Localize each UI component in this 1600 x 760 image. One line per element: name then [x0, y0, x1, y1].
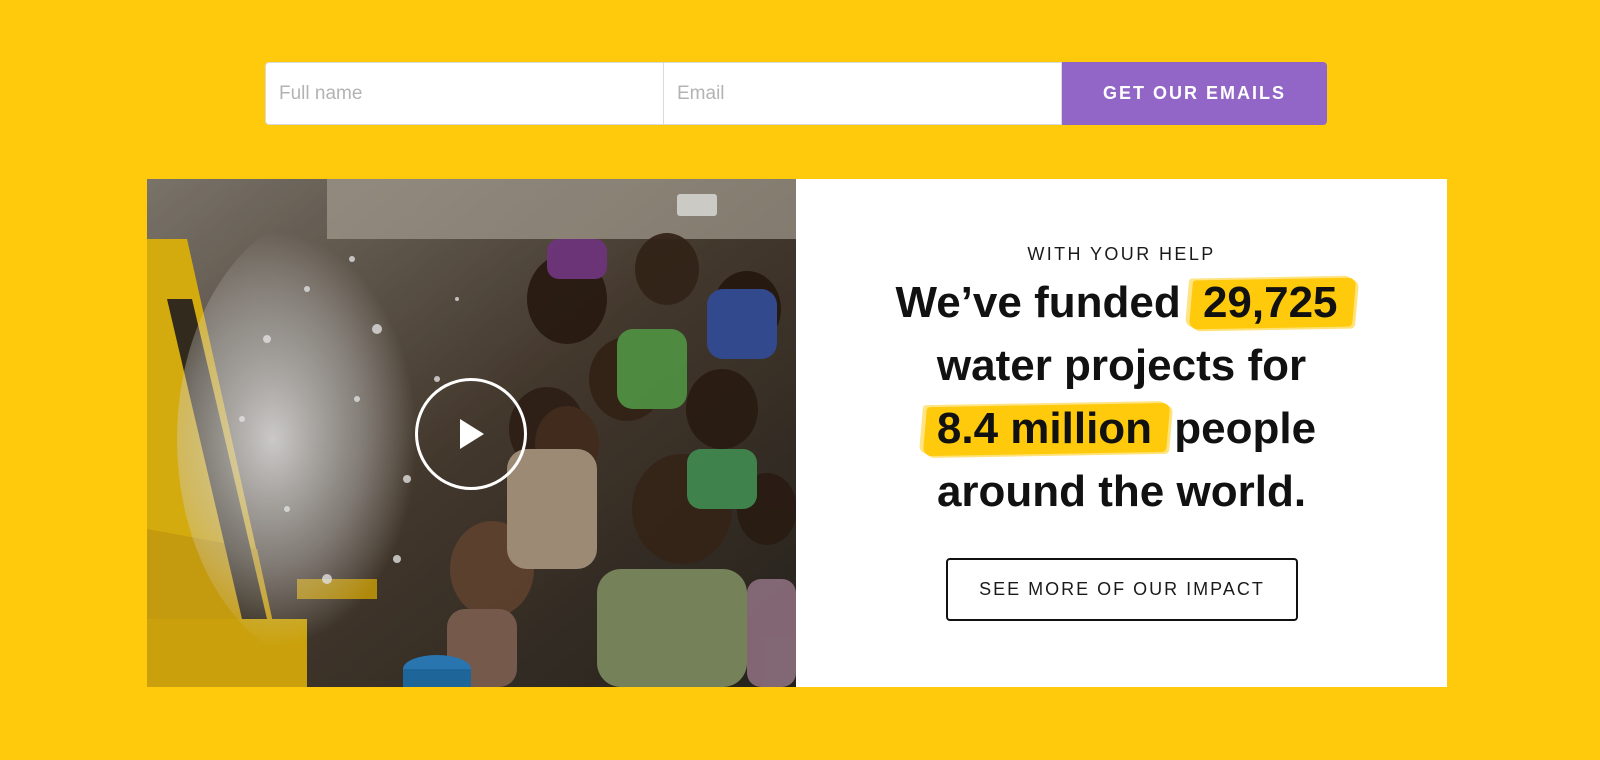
play-button[interactable]	[415, 378, 527, 490]
video-thumbnail[interactable]	[147, 179, 796, 687]
headline-line-2: water projects for	[936, 341, 1307, 390]
page: GET OUR EMAILS	[0, 0, 1600, 760]
impact-text-panel: WITH YOUR HELP We’ve funded 29,725 water…	[796, 179, 1447, 687]
impact-card: WITH YOUR HELP We’ve funded 29,725 water…	[147, 179, 1447, 687]
email-input[interactable]	[664, 62, 1062, 125]
full-name-input[interactable]	[265, 62, 664, 125]
people-count-highlight: 8.4 million	[927, 397, 1162, 460]
headline-suffix: people	[1174, 404, 1317, 453]
impact-headline: We’ve funded 29,725 water projects for 8…	[796, 271, 1447, 523]
email-signup-form: GET OUR EMAILS	[265, 62, 1327, 125]
play-icon	[460, 419, 484, 449]
projects-count: 29,725	[1202, 278, 1338, 327]
headline-prefix: We’ve funded	[895, 278, 1181, 327]
headline-line-4: around the world.	[936, 467, 1307, 516]
get-emails-button[interactable]: GET OUR EMAILS	[1062, 62, 1327, 125]
section-eyebrow: WITH YOUR HELP	[1027, 244, 1216, 264]
people-count: 8.4 million	[936, 404, 1153, 453]
see-more-impact-button[interactable]: SEE MORE OF OUR IMPACT	[946, 558, 1298, 621]
projects-count-highlight: 29,725	[1193, 271, 1348, 334]
